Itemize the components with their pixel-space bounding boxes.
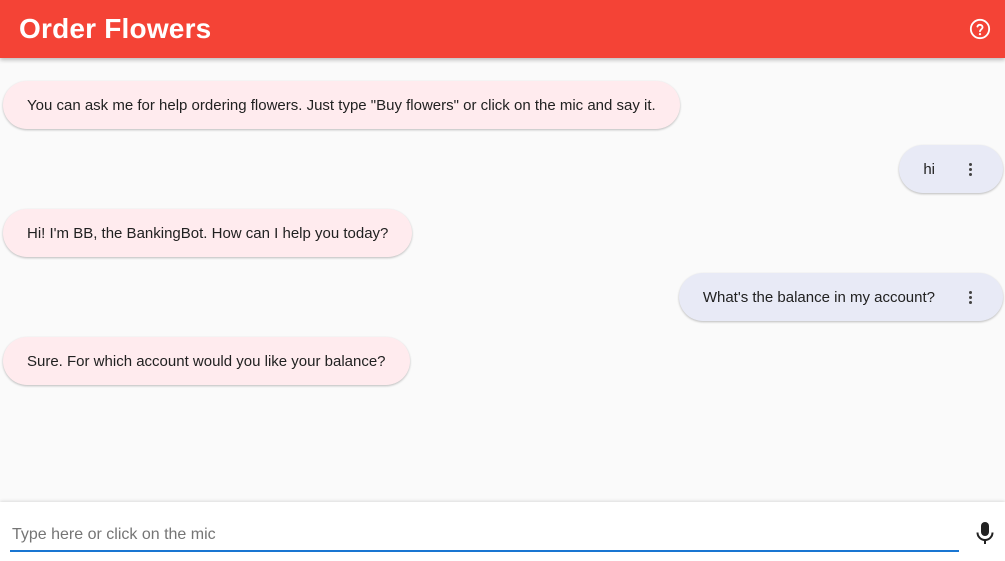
message-text: You can ask me for help ordering flowers…	[27, 96, 656, 114]
help-circle-icon	[969, 18, 991, 40]
more-vert-icon	[968, 162, 972, 166]
more-options-button[interactable]	[963, 287, 977, 307]
message-row: Sure. For which account would you like y…	[0, 337, 1005, 385]
more-vert-icon	[968, 290, 972, 294]
more-vert-icon-dot	[968, 167, 972, 171]
chat-app: Order Flowers You can ask me for help or…	[0, 0, 1005, 561]
input-bar	[0, 502, 1005, 561]
message-input[interactable]	[10, 520, 959, 552]
message-row: What's the balance in my account?	[0, 273, 1005, 321]
bot-message-bubble: Sure. For which account would you like y…	[3, 337, 410, 385]
user-message-bubble: What's the balance in my account?	[678, 273, 1003, 321]
message-row: Hi! I'm BB, the BankingBot. How can I he…	[0, 209, 1005, 257]
more-vert-icon-dot	[968, 295, 972, 299]
microphone-icon	[976, 522, 994, 544]
message-text: Sure. For which account would you like y…	[27, 352, 386, 370]
app-header: Order Flowers	[0, 0, 1005, 58]
page-title: Order Flowers	[19, 13, 212, 44]
mic-button[interactable]	[972, 520, 998, 546]
message-row: You can ask me for help ordering flowers…	[0, 81, 1005, 129]
more-options-button[interactable]	[963, 159, 977, 179]
message-row: hi	[0, 145, 1005, 193]
message-text: Hi! I'm BB, the BankingBot. How can I he…	[27, 224, 389, 242]
more-vert-icon-dot	[968, 172, 972, 176]
message-text: hi	[923, 160, 935, 178]
bot-message-bubble: Hi! I'm BB, the BankingBot. How can I he…	[3, 209, 413, 257]
message-list: You can ask me for help ordering flowers…	[0, 58, 1005, 502]
user-message-bubble: hi	[899, 145, 1003, 193]
message-text: What's the balance in my account?	[702, 288, 935, 306]
more-vert-icon-dot	[968, 300, 972, 304]
help-button[interactable]	[965, 14, 995, 44]
bot-message-bubble: You can ask me for help ordering flowers…	[3, 81, 680, 129]
